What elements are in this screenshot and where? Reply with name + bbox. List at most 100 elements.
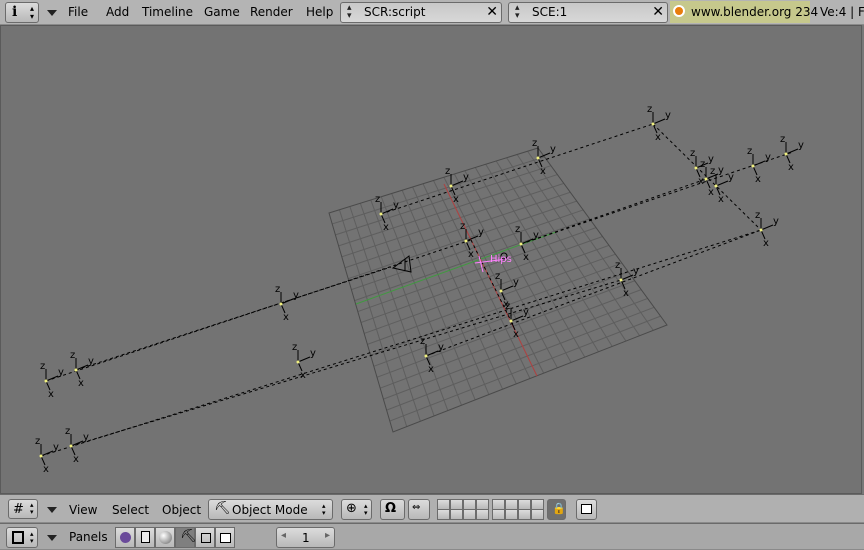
- script-icon: [141, 531, 150, 543]
- screen-selector[interactable]: ▴ ▾ SCR:script ✕: [340, 2, 502, 23]
- empty-axes-icon[interactable]: z yx: [420, 336, 444, 375]
- svg-text:x: x: [623, 288, 629, 299]
- svg-text:z: z: [515, 224, 520, 235]
- menu-timeline[interactable]: Timeline: [142, 5, 193, 19]
- svg-text:z: z: [710, 166, 715, 177]
- svg-text:z: z: [505, 301, 510, 312]
- menu-file[interactable]: File: [68, 5, 88, 19]
- panels-menu[interactable]: Panels: [69, 530, 108, 544]
- layer-button[interactable]: [505, 509, 518, 520]
- info-header: i ▴ ▾ File Add Timeline Game Render Help …: [0, 0, 864, 25]
- decrement-arrow-icon[interactable]: ◂: [281, 530, 286, 541]
- menu-add[interactable]: Add: [106, 5, 129, 19]
- svg-text:y: y: [58, 367, 64, 378]
- svg-text:x: x: [755, 174, 761, 185]
- delete-screen-icon[interactable]: ✕: [486, 4, 498, 20]
- scene-context-button[interactable]: [215, 527, 235, 548]
- buttons-window-header: ▴ ▾ Panels ⛏ ◂ 1 ▸: [0, 523, 864, 550]
- object-mode-icon: ⛏: [214, 501, 231, 516]
- svg-text:x: x: [78, 378, 84, 389]
- 3d-viewport[interactable]: zyxzyxzyxzyxzyxzyxzyxzyxzyxzyxzyxzyxzyxz…: [0, 25, 862, 494]
- menu-object[interactable]: Object: [162, 503, 201, 517]
- updown-arrows-icon: ▴ ▾: [30, 4, 35, 21]
- svg-text:y: y: [88, 356, 94, 367]
- draw-type-selector[interactable]: ⊕ ▴ ▾: [341, 499, 372, 520]
- selected-bone-hips: Hips: [474, 252, 512, 273]
- layer-button[interactable]: [463, 509, 476, 520]
- collapse-menu-triangle-icon[interactable]: [47, 10, 57, 16]
- svg-text:x: x: [383, 222, 389, 233]
- scene-drawing[interactable]: zyxzyxzyxzyxzyxzyxzyxzyxzyxzyxzyxzyxzyxz…: [1, 26, 863, 495]
- scene-selector[interactable]: ▴ ▾ SCE:1 ✕: [508, 2, 668, 23]
- grid-line: [516, 154, 641, 336]
- object-context-button[interactable]: ⛏: [175, 527, 197, 548]
- editing-context-button[interactable]: [195, 527, 215, 548]
- updown-arrows-icon: ▴ ▾: [364, 502, 368, 517]
- empty-axes-icon[interactable]: z yx: [275, 284, 299, 323]
- frame-counter[interactable]: ◂ 1 ▸: [276, 527, 335, 548]
- svg-text:z: z: [35, 436, 40, 447]
- empty-axes-icon[interactable]: z yx: [747, 146, 771, 185]
- empty-axes-icon[interactable]: z yx: [647, 104, 671, 143]
- menu-select[interactable]: Select: [112, 503, 149, 517]
- magnet-icon: Ω: [385, 501, 397, 516]
- menu-help[interactable]: Help: [306, 5, 333, 19]
- layer-button[interactable]: [450, 509, 463, 520]
- empty-axes-icon[interactable]: z yx: [65, 426, 89, 465]
- layer-button[interactable]: [492, 509, 505, 520]
- svg-text:z: z: [615, 260, 620, 271]
- updown-arrows-icon[interactable]: ▴ ▾: [347, 4, 352, 21]
- empty-axes-icon[interactable]: z yx: [460, 221, 484, 260]
- delete-scene-icon[interactable]: ✕: [652, 4, 664, 20]
- empty-axes-icon[interactable]: z yx: [292, 342, 316, 381]
- empty-axes-icon[interactable]: z yx: [615, 260, 639, 299]
- increment-arrow-icon[interactable]: ▸: [325, 530, 330, 541]
- lock-layers-button[interactable]: 🔒: [547, 499, 566, 520]
- layer-button[interactable]: [518, 509, 531, 520]
- svg-text:x: x: [655, 132, 661, 143]
- svg-text:y: y: [83, 432, 89, 443]
- layer-button[interactable]: [476, 509, 489, 520]
- layer-button[interactable]: [531, 509, 544, 520]
- layer-button[interactable]: [437, 509, 450, 520]
- svg-text:y: y: [633, 266, 639, 277]
- empty-axes-icon[interactable]: z yx: [780, 134, 804, 173]
- frame-number[interactable]: 1: [302, 531, 310, 545]
- svg-text:y: y: [523, 307, 529, 318]
- menu-render[interactable]: Render: [250, 5, 293, 19]
- svg-text:y: y: [773, 216, 779, 227]
- menu-view[interactable]: View: [69, 503, 97, 517]
- blender-url-box: www.blender.org 234: [670, 1, 818, 23]
- script-context-button[interactable]: [135, 527, 155, 548]
- svg-text:z: z: [755, 210, 760, 221]
- logic-context-button[interactable]: [115, 527, 135, 548]
- ground-grid: [332, 150, 661, 427]
- editor-type-button[interactable]: i ▴ ▾: [5, 2, 39, 23]
- layer-buttons-group-1: [437, 499, 489, 520]
- scene-name[interactable]: SCE:1: [532, 5, 567, 19]
- svg-text:x: x: [708, 187, 714, 198]
- editor-type-button[interactable]: ▴ ▾: [6, 527, 38, 548]
- updown-arrows-icon[interactable]: ▴ ▾: [515, 4, 520, 21]
- mode-selector[interactable]: ⛏ Object Mode ▴ ▾: [208, 499, 333, 520]
- svg-text:z: z: [70, 350, 75, 361]
- pivot-selector[interactable]: Ω: [380, 499, 405, 520]
- empty-axes-icon[interactable]: z yx: [40, 361, 64, 400]
- svg-text:z: z: [700, 159, 705, 170]
- svg-text:x: x: [283, 312, 289, 323]
- collapse-menu-triangle-icon[interactable]: [47, 535, 57, 541]
- menu-game[interactable]: Game: [204, 5, 240, 19]
- image-icon: [220, 533, 231, 543]
- transform-widget-button[interactable]: ⇔: [408, 499, 430, 520]
- shading-context-button[interactable]: [155, 527, 175, 548]
- editor-type-button[interactable]: # ▴ ▾: [8, 499, 38, 519]
- empty-axes-icon[interactable]: z yx: [35, 436, 59, 475]
- svg-text:z: z: [445, 166, 450, 177]
- empty-axes-icon[interactable]: z yx: [755, 210, 779, 249]
- viewport-header: # ▴ ▾ View Select Object ⛏ Object Mode ▴ ▾…: [0, 494, 864, 523]
- blender-logo-icon: [673, 5, 685, 17]
- render-preview-button[interactable]: [576, 499, 597, 520]
- svg-text:x: x: [788, 162, 794, 173]
- collapse-menu-triangle-icon[interactable]: [47, 507, 57, 513]
- screen-name[interactable]: SCR:script: [364, 5, 425, 19]
